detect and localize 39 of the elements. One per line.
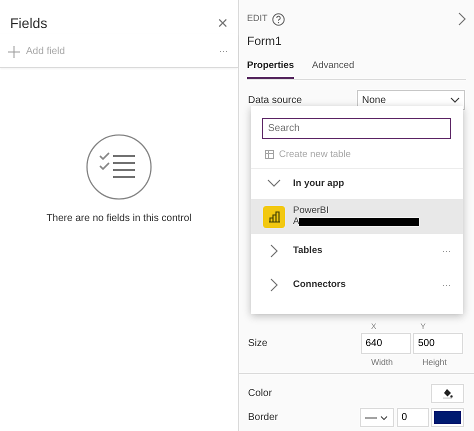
section-header[interactable]: Tables	[251, 234, 442, 268]
fill-button[interactable]	[431, 384, 464, 404]
height-field[interactable]: 500	[413, 333, 463, 354]
tab[interactable]: Properties	[247, 59, 294, 80]
panel-title: Fields	[10, 14, 48, 32]
close-button[interactable]: ×	[217, 14, 228, 32]
field-caption: Width	[370, 356, 394, 370]
checklist-icon	[85, 133, 153, 201]
search-field[interactable]: Search	[262, 118, 451, 139]
help-icon[interactable]	[272, 12, 285, 26]
axis-label: Y	[420, 321, 426, 334]
thickness-field[interactable]: 0	[396, 408, 428, 428]
width-field[interactable]: 640	[360, 333, 410, 354]
more-button[interactable]: ···	[442, 244, 451, 258]
chevron-right-icon[interactable]	[458, 12, 466, 26]
axis-label: X	[371, 321, 376, 334]
field-label: Border	[248, 411, 278, 426]
section-header[interactable]: Connectors	[251, 268, 442, 302]
data-source-item[interactable]: PowerBI A	[251, 199, 463, 234]
section-header[interactable]: In your app	[251, 169, 463, 200]
line-style-dropdown[interactable]	[360, 408, 394, 428]
line-style-icon	[365, 414, 389, 421]
field-label: Data source	[248, 94, 302, 108]
more-button[interactable]: ···	[219, 44, 228, 58]
create-table-label: Create new table	[279, 148, 351, 162]
plus-icon	[8, 46, 20, 58]
color-picker[interactable]	[431, 408, 464, 428]
empty-message: There are no fields in this control	[46, 212, 192, 226]
bar-chart-icon	[263, 206, 285, 228]
field-label: Size	[248, 337, 268, 352]
table-icon	[265, 150, 275, 160]
tab[interactable]: Advanced	[312, 59, 354, 80]
field-label: Color	[248, 387, 272, 402]
chevron-down-icon	[450, 97, 460, 104]
form-name: Form1	[247, 33, 283, 50]
control-type-label: EDIT	[247, 12, 268, 26]
field-caption: Height	[421, 356, 448, 370]
paint-bucket-icon	[442, 388, 453, 400]
more-button[interactable]: ···	[442, 278, 451, 292]
